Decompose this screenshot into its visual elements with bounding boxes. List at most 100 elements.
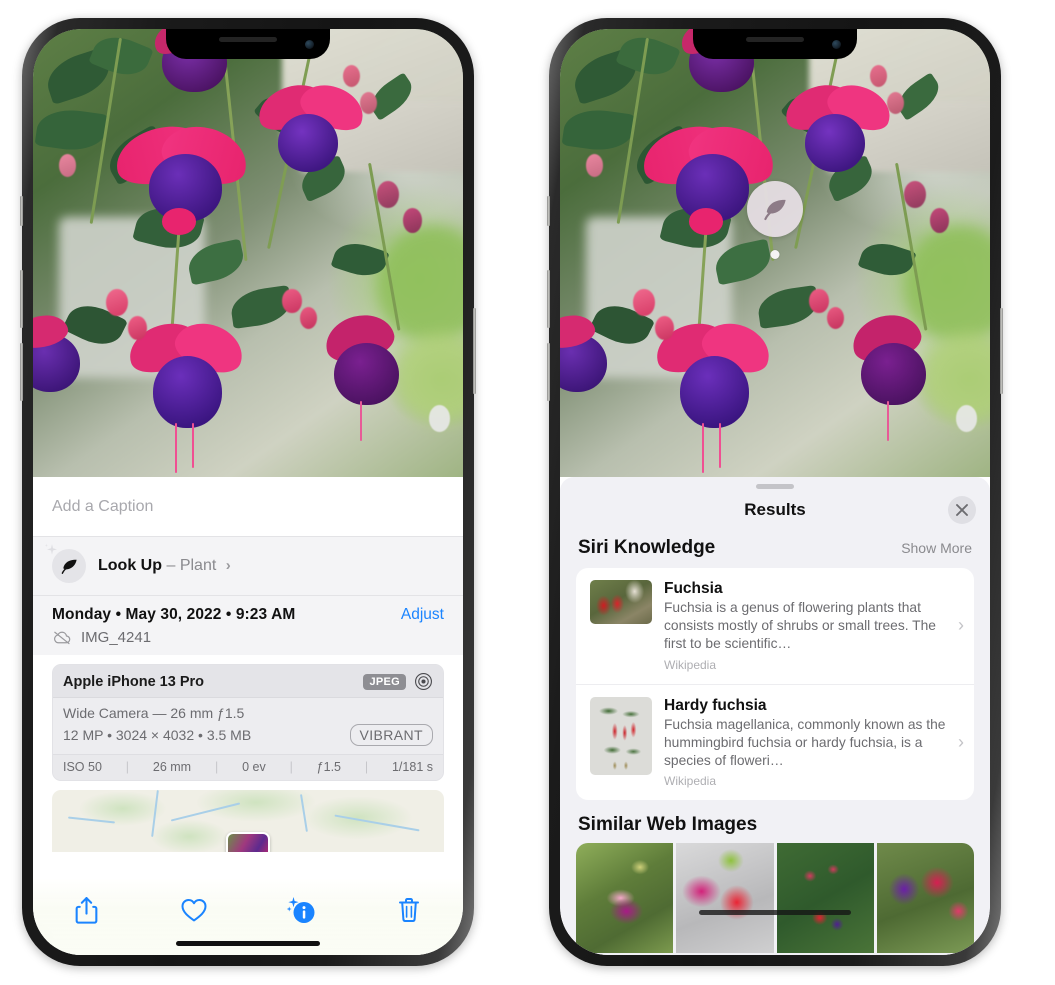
close-icon [956,504,968,516]
volume-down-button[interactable] [20,343,23,401]
favorite-button[interactable] [171,890,217,930]
notch [693,29,857,59]
results-sheet: Results Siri Knowledge Show More Fuchsia… [560,477,990,955]
power-button[interactable] [473,308,476,394]
siri-knowledge-title: Siri Knowledge [578,537,716,558]
similar-image-thumbnail[interactable] [676,843,774,954]
chevron-right-icon: › [225,557,231,574]
volume-up-button[interactable] [20,270,23,328]
filename: IMG_4241 [81,629,152,646]
exif-separator: | [125,760,130,774]
show-more-button[interactable]: Show More [901,540,972,556]
exif-separator: | [364,760,369,774]
similar-image-thumbnail[interactable] [776,843,874,954]
left-phone-screen: Look Up – Plant › Monday • May 30, 2022 … [33,29,463,955]
earpiece-speaker [746,37,804,42]
mute-switch[interactable] [547,196,550,226]
exif-separator: | [289,760,293,774]
similar-image-thumbnail[interactable] [576,843,674,954]
results-header: Results [560,489,990,531]
list-item-source: Wikipedia [664,774,717,789]
metadata-filename-row: IMG_4241 [52,629,444,646]
visual-lookup-badge[interactable] [747,181,803,238]
photo-metadata-block: Monday • May 30, 2022 • 9:23 AM Adjust I… [33,595,463,655]
file-format-badge: JPEG [363,673,406,690]
list-item-body: Hardy fuchsia Fuchsia magellanica, commo… [664,697,946,789]
right-iphone-frame: Results Siri Knowledge Show More Fuchsia… [547,18,1003,966]
mute-switch[interactable] [20,196,23,226]
front-camera [832,40,841,49]
adjust-button[interactable]: Adjust [401,606,444,624]
metadata-date-row: Monday • May 30, 2022 • 9:23 AM Adjust [52,606,444,624]
home-indicator[interactable] [176,941,320,946]
camera-card-body: Wide Camera — 26 mm ƒ1.5 12 MP • 3024 × … [53,698,443,754]
siri-knowledge-card: Fuchsia Fuchsia is a genus of flowering … [576,568,974,801]
similar-web-images-grid [576,843,974,954]
earpiece-speaker [219,37,277,42]
list-item[interactable]: Fuchsia Fuchsia is a genus of flowering … [576,568,974,684]
photographic-style-badge: VIBRANT [349,724,433,746]
look-up-row[interactable]: Look Up – Plant › [33,537,463,595]
exif-row: ISO 50 | 26 mm | 0 ev | ƒ1.5 | 1/181 s [53,754,443,780]
caption-input[interactable] [52,497,444,516]
list-item[interactable]: Hardy fuchsia Fuchsia magellanica, commo… [576,683,974,801]
camera-info-card: Apple iPhone 13 Pro JPEG Wide Camera — 2… [52,664,444,781]
volume-down-button[interactable] [547,343,550,401]
trash-icon [399,898,420,922]
aperture-icon [415,673,432,690]
info-sparkle-icon [286,897,315,923]
list-item-description: Fuchsia is a genus of flowering plants t… [664,600,936,652]
look-up-subject: Plant [179,557,217,574]
list-item-title: Fuchsia [664,580,723,597]
share-icon [75,896,98,924]
cloud-slash-icon [54,631,71,645]
leaf-icon-circle [52,549,86,583]
left-iphone-frame: Look Up – Plant › Monday • May 30, 2022 … [20,18,476,966]
similar-web-images-header: Similar Web Images [560,800,990,843]
capture-date: Monday • May 30, 2022 • 9:23 AM [52,606,296,623]
similar-image-thumbnail[interactable] [876,843,974,954]
caption-row[interactable] [33,477,463,537]
look-up-icon-wrap [45,543,86,583]
exif-exposure-bias: 0 ev [242,760,266,774]
leaf-icon [61,559,77,574]
list-item-source: Wikipedia [664,657,717,672]
camera-device-name: Apple iPhone 13 Pro [63,673,204,690]
list-item-body: Fuchsia Fuchsia is a genus of flowering … [664,580,946,672]
delete-button[interactable] [386,890,432,930]
hardy-fuchsia-specimen-thumbnail [590,696,652,775]
map-photo-pin[interactable] [226,832,270,852]
exif-aperture: ƒ1.5 [316,760,342,774]
volume-up-button[interactable] [547,270,550,328]
info-button[interactable] [279,890,325,930]
exif-shutter-speed: 1/181 s [391,760,433,774]
left-phone-inner: Look Up – Plant › Monday • May 30, 2022 … [33,29,463,955]
look-up-title: Look Up [98,557,162,574]
similar-web-images-title: Similar Web Images [578,814,758,836]
camera-card-header: Apple iPhone 13 Pro JPEG [53,665,443,698]
heart-icon [181,899,207,922]
results-title: Results [744,500,806,519]
photo-fuchsia-garden[interactable] [33,29,463,477]
front-camera [305,40,314,49]
power-button[interactable] [1000,308,1003,394]
close-button[interactable] [948,496,976,524]
right-phone-screen: Results Siri Knowledge Show More Fuchsia… [560,29,990,955]
image-size-info: 12 MP • 3024 × 4032 • 3.5 MB [63,727,252,743]
photo-fuchsia-garden[interactable] [560,29,990,477]
fuchsia-red-flowers-thumbnail [590,580,652,624]
screenshot-stage: Look Up – Plant › Monday • May 30, 2022 … [0,0,1055,985]
leaf-icon [763,199,786,220]
lens-info: Wide Camera — 26 mm ƒ1.5 [63,705,245,721]
exif-iso: ISO 50 [63,760,102,774]
share-button[interactable] [64,890,110,930]
camera-card-header-right: JPEG [363,672,433,691]
look-up-dash: – [166,557,176,574]
siri-knowledge-header: Siri Knowledge Show More [560,531,990,568]
chevron-right-icon: › [958,731,964,752]
photo-location-map[interactable] [52,790,444,852]
exif-focal-length: 26 mm [152,760,192,774]
scroll-indicator[interactable] [699,910,851,915]
list-item-description: Fuchsia magellanica, commonly known as t… [664,716,946,769]
notch [166,29,330,59]
